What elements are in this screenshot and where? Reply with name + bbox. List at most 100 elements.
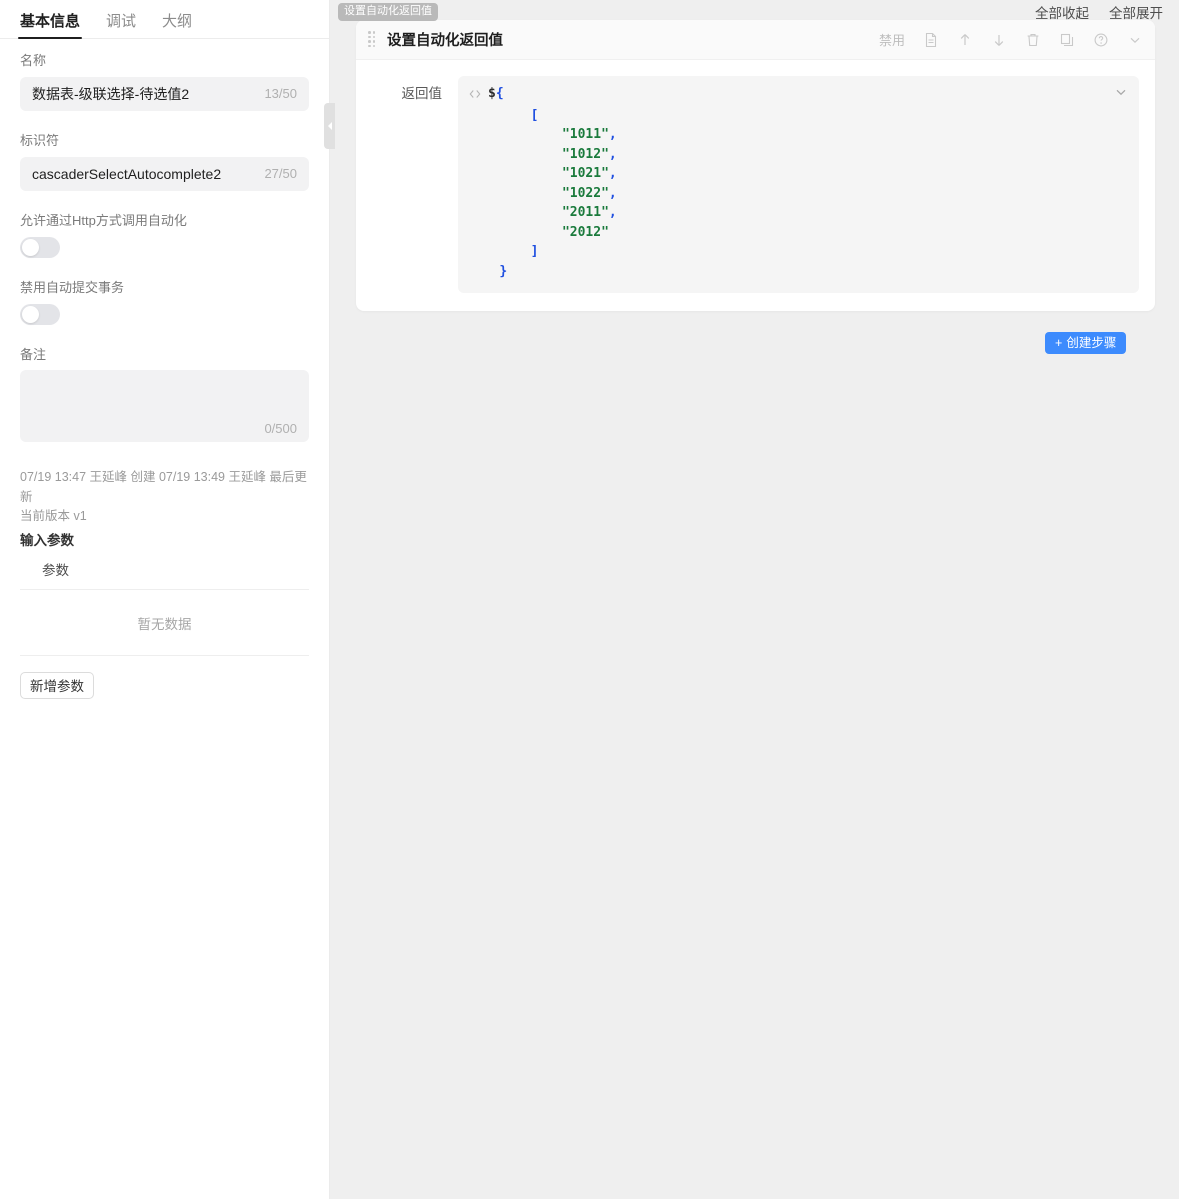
param-empty-state: 暂无数据 — [20, 590, 309, 656]
tab-basic-info[interactable]: 基本信息 — [20, 14, 80, 38]
code-indent — [499, 108, 530, 123]
identifier-input-value: cascaderSelectAutocomplete2 — [32, 166, 264, 182]
remark-label: 备注 — [20, 347, 309, 364]
code-token: $ — [488, 86, 496, 101]
code-gutter-pad — [468, 186, 499, 201]
step-card-title: 设置自动化返回值 — [387, 29, 503, 50]
chevron-down-icon[interactable] — [1127, 32, 1143, 48]
code-token: "1012" — [562, 147, 609, 162]
identifier-counter: 27/50 — [264, 166, 297, 181]
collapse-all-button[interactable]: 全部收起 — [1035, 2, 1089, 22]
transaction-toggle-label: 禁用自动提交事务 — [20, 280, 309, 297]
note-icon[interactable] — [923, 32, 939, 48]
code-line: "1012", — [468, 145, 1127, 165]
code-gutter-pad — [468, 225, 499, 240]
trash-icon[interactable] — [1025, 32, 1041, 48]
code-line: ${ — [468, 84, 1127, 106]
copy-icon[interactable] — [1059, 32, 1075, 48]
name-counter: 13/50 — [264, 86, 297, 101]
input-params-title: 输入参数 — [20, 529, 309, 549]
code-gutter-pad — [468, 166, 499, 181]
code-line: "1021", — [468, 164, 1127, 184]
left-settings-panel: 基本信息 调试 大纲 名称 数据表-级联选择-待选值2 13/50 标识符 ca… — [0, 0, 330, 1199]
code-indent — [499, 186, 562, 201]
tab-debug[interactable]: 调试 — [106, 14, 136, 38]
code-gutter-pad — [468, 147, 499, 162]
code-line: [ — [468, 106, 1127, 126]
step-card-body: 返回值 ${ [ "1011", "1012", "1021", "1022",… — [356, 60, 1155, 311]
identifier-label: 标识符 — [20, 133, 309, 150]
add-param-button[interactable]: 新增参数 — [20, 672, 94, 699]
code-indent — [499, 147, 562, 162]
chevron-left-icon — [328, 122, 332, 130]
code-lines: ${ [ "1011", "1012", "1021", "1022", "20… — [468, 84, 1127, 281]
name-input[interactable]: 数据表-级联选择-待选值2 13/50 — [20, 77, 309, 111]
code-token: "2011" — [562, 205, 609, 220]
identifier-input[interactable]: cascaderSelectAutocomplete2 27/50 — [20, 157, 309, 191]
code-gutter-pad — [468, 205, 499, 220]
add-param-label: 新增参数 — [30, 675, 84, 695]
arrow-down-icon[interactable] — [991, 32, 1007, 48]
code-indent — [499, 205, 562, 220]
tab-outline[interactable]: 大纲 — [162, 14, 192, 38]
code-token: , — [609, 205, 617, 220]
code-token: "1021" — [562, 166, 609, 181]
metadata-version: 当前版本 v1 — [20, 507, 309, 526]
panel-body: 名称 数据表-级联选择-待选值2 13/50 标识符 cascaderSelec… — [0, 39, 329, 699]
code-gutter-pad — [468, 264, 499, 279]
automation-editor-screen: 基本信息 调试 大纲 名称 数据表-级联选择-待选值2 13/50 标识符 ca… — [0, 0, 1179, 1199]
code-gutter-pad — [468, 244, 499, 259]
param-column-header: 参数 — [20, 559, 309, 590]
step-card: 设置自动化返回值 禁用 — [356, 20, 1155, 311]
code-token: "1022" — [562, 186, 609, 201]
create-step-button[interactable]: + 创建步骤 — [1045, 332, 1126, 354]
code-gutter-pad — [468, 108, 499, 123]
code-line: ] — [468, 242, 1127, 262]
step-tooltip-badge: 设置自动化返回值 — [338, 3, 438, 21]
http-toggle-switch[interactable] — [20, 237, 60, 258]
step-card-toolbar: 禁用 — [879, 30, 1143, 49]
code-token: , — [609, 127, 617, 142]
code-brackets-icon — [468, 86, 482, 106]
remark-textarea[interactable]: 0/500 — [20, 370, 309, 442]
step-card-header: 设置自动化返回值 禁用 — [356, 20, 1155, 60]
plus-icon: + — [1055, 337, 1062, 350]
code-indent — [499, 244, 530, 259]
remark-counter: 0/500 — [264, 421, 297, 436]
code-token: { — [496, 86, 504, 101]
flow-canvas-panel: 全部收起 全部展开 设置自动化返回值 设置自动化返回值 禁用 — [330, 0, 1179, 1199]
panel-tabs: 基本信息 调试 大纲 — [0, 0, 329, 39]
name-input-value: 数据表-级联选择-待选值2 — [32, 84, 264, 104]
code-token: [ — [531, 108, 539, 123]
http-toggle-label: 允许通过Http方式调用自动化 — [20, 213, 309, 230]
code-token: , — [609, 186, 617, 201]
help-circle-icon[interactable] — [1093, 32, 1109, 48]
code-line: "2011", — [468, 203, 1127, 223]
panel-collapse-handle[interactable] — [324, 103, 335, 149]
param-column-label: 参数 — [42, 559, 69, 579]
transaction-toggle-switch[interactable] — [20, 304, 60, 325]
code-token: "2012" — [562, 225, 609, 240]
code-token: "1011" — [562, 127, 609, 142]
code-token: ] — [531, 244, 539, 259]
code-line: "2012" — [468, 223, 1127, 243]
disable-button[interactable]: 禁用 — [879, 30, 905, 49]
code-token: , — [609, 147, 617, 162]
drag-handle-icon[interactable] — [368, 32, 378, 48]
metadata-block: 07/19 13:47 王延峰 创建 07/19 13:49 王延峰 最后更新 … — [20, 468, 309, 526]
code-gutter-pad — [468, 127, 499, 142]
code-token: } — [499, 264, 507, 279]
expand-all-button[interactable]: 全部展开 — [1109, 2, 1163, 22]
metadata-history: 07/19 13:47 王延峰 创建 07/19 13:49 王延峰 最后更新 — [20, 468, 309, 507]
code-line: "1022", — [468, 184, 1127, 204]
chevron-down-icon[interactable] — [1113, 84, 1129, 100]
code-token: , — [609, 166, 617, 181]
code-indent — [499, 127, 562, 142]
create-step-label: 创建步骤 — [1066, 337, 1116, 350]
return-value-code-editor[interactable]: ${ [ "1011", "1012", "1021", "1022", "20… — [458, 76, 1139, 293]
code-line: "1011", — [468, 125, 1127, 145]
name-label: 名称 — [20, 53, 309, 70]
code-indent — [499, 225, 562, 240]
arrow-up-icon[interactable] — [957, 32, 973, 48]
return-value-label: 返回值 — [372, 76, 458, 293]
